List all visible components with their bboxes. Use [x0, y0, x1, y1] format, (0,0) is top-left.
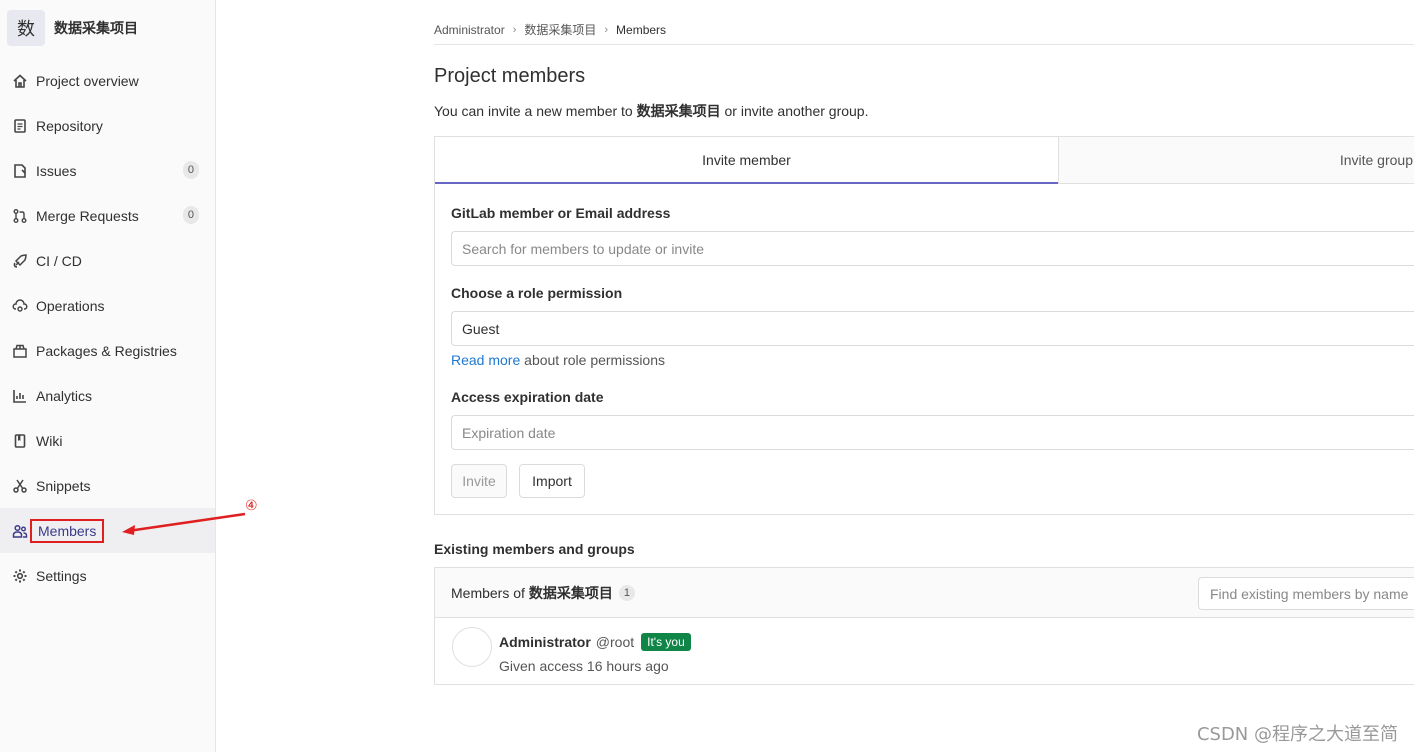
sidebar-item-packages-registries[interactable]: Packages & Registries [0, 328, 215, 373]
role-field-label: Choose a role permission [451, 285, 623, 301]
sidebar-item-label: CI / CD [36, 252, 82, 269]
sidebar-item-analytics[interactable]: Analytics [0, 373, 215, 418]
merge-request-icon [11, 207, 29, 225]
sidebar-item-label: Settings [36, 567, 87, 584]
rocket-icon [11, 252, 29, 270]
import-button[interactable]: Import [519, 464, 585, 498]
breadcrumb-item-members[interactable]: Members [616, 23, 666, 37]
read-more-suffix: about role permissions [520, 352, 666, 368]
expiration-date-input[interactable]: Expiration date [451, 415, 1414, 450]
sidebar-item-project-overview[interactable]: Project overview [0, 58, 215, 103]
sidebar-item-label: Snippets [36, 477, 91, 494]
member-handle: @root [595, 634, 635, 650]
tab-invite-member[interactable]: Invite member [435, 137, 1058, 184]
sidebar-item-label: Project overview [36, 72, 139, 89]
sidebar-item-label: Packages & Registries [36, 342, 177, 359]
chevron-right-icon: › [604, 23, 609, 36]
member-field-label: GitLab member or Email address [451, 205, 671, 221]
sidebar-item-operations[interactable]: Operations [0, 283, 215, 328]
annotation-number: ④ [245, 498, 258, 514]
users-icon [11, 522, 29, 540]
merge-requests-count-badge: 0 [182, 206, 199, 224]
package-icon [11, 342, 29, 360]
scissors-icon [11, 477, 29, 495]
its-you-badge: It's you [641, 633, 691, 651]
avatar[interactable] [452, 627, 492, 667]
expiration-field-label: Access expiration date [451, 389, 604, 405]
sidebar-item-label: Operations [36, 297, 105, 314]
sidebar-item-repository[interactable]: Repository [0, 103, 215, 148]
document-icon [11, 117, 29, 135]
members-list: Members of 数据采集项目 1 Find existing member… [434, 567, 1414, 685]
sidebar-item-label: Members [30, 518, 105, 543]
project-name[interactable]: 数据采集项目 [54, 18, 138, 38]
breadcrumb-item-project[interactable]: 数据采集项目 [524, 21, 596, 38]
read-more-link[interactable]: Read more [451, 352, 520, 368]
book-icon [11, 432, 29, 450]
intro-suffix: or invite another group. [720, 103, 869, 119]
member-access-info: Given access 16 hours ago [499, 658, 669, 674]
member-row: Administrator @root It's you [499, 633, 691, 651]
members-of-label: Members of [451, 584, 525, 601]
issues-icon [11, 162, 29, 180]
project-avatar[interactable]: 数 [7, 10, 45, 46]
sidebar-item-settings[interactable]: Settings [0, 553, 215, 598]
breadcrumb: Administrator › 数据采集项目 › Members [434, 15, 1414, 45]
chevron-right-icon: › [512, 23, 517, 36]
member-search-input[interactable]: Search for members to update or invite [451, 231, 1414, 266]
page-title: Project members [434, 65, 586, 87]
sidebar: 数 数据采集项目 Project overview Repository Iss… [0, 0, 216, 752]
sidebar-item-label: Repository [36, 117, 103, 134]
invite-panel: Invite member Invite group GitLab member… [434, 136, 1414, 515]
sidebar-item-merge-requests[interactable]: Merge Requests 0 [0, 193, 215, 238]
sidebar-item-label: Analytics [36, 387, 93, 404]
home-icon [11, 72, 29, 90]
page-intro: You can invite a new member to 数据采集项目 or… [434, 101, 868, 121]
cloud-gear-icon [11, 297, 29, 315]
existing-members-title: Existing members and groups [434, 541, 635, 557]
role-select[interactable]: Guest [451, 311, 1414, 346]
project-header[interactable]: 数 数据采集项目 [7, 10, 138, 46]
sidebar-item-label: Merge Requests [36, 207, 139, 224]
breadcrumb-item-administrator[interactable]: Administrator [434, 23, 505, 37]
sidebar-item-label: Wiki [36, 432, 63, 449]
members-project-name: 数据采集项目 [528, 585, 613, 602]
tab-invite-group[interactable]: Invite group [1058, 137, 1414, 184]
sidebar-item-issues[interactable]: Issues 0 [0, 148, 215, 193]
find-members-input[interactable]: Find existing members by name [1198, 577, 1414, 610]
sidebar-item-ci-cd[interactable]: CI / CD [0, 238, 215, 283]
role-help-text: Read more about role permissions [451, 352, 665, 368]
watermark: CSDN @程序之大道至简 [1196, 724, 1398, 745]
intro-prefix: You can invite a new member to [434, 103, 637, 119]
members-count-badge: 1 [618, 584, 636, 601]
sidebar-item-wiki[interactable]: Wiki [0, 418, 215, 463]
intro-project-name: 数据采集项目 [636, 104, 721, 120]
invite-button[interactable]: Invite [451, 464, 507, 498]
gear-icon [11, 567, 29, 585]
sidebar-item-label: Issues [36, 162, 77, 179]
chart-icon [11, 387, 29, 405]
tab-invite-group-label: Invite group [1339, 152, 1413, 168]
member-name[interactable]: Administrator [499, 634, 591, 650]
issues-count-badge: 0 [182, 161, 199, 179]
